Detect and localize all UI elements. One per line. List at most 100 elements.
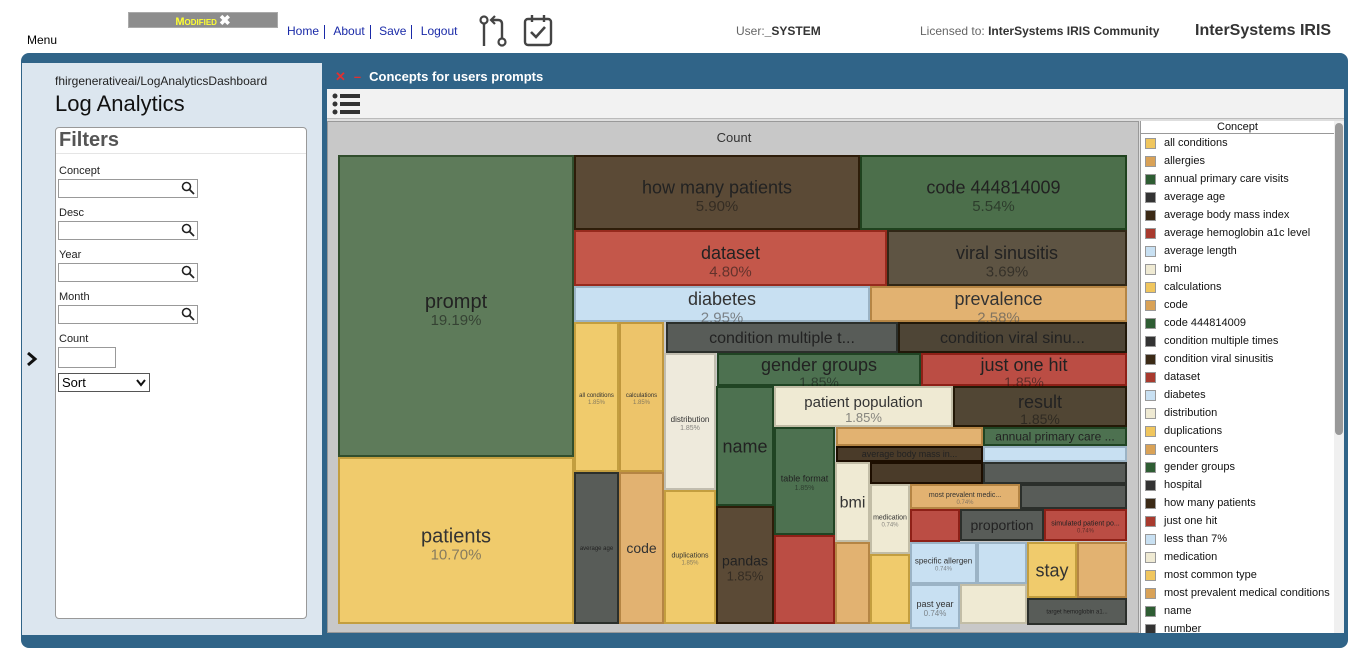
year-filter-input[interactable] [58, 263, 198, 282]
desc-filter-label: Desc [59, 207, 85, 219]
treemap-cell[interactable] [983, 462, 1127, 484]
legend-item[interactable]: condition multiple times [1141, 332, 1344, 350]
treemap-label: code [626, 540, 657, 556]
legend-item[interactable]: allergies [1141, 152, 1344, 170]
filters-panel: Filters Concept Desc Year Month Count So… [55, 127, 307, 619]
legend-swatch [1145, 138, 1156, 149]
treemap-cell[interactable] [1020, 484, 1127, 509]
treemap-label: specific allergen [915, 557, 972, 566]
legend-item[interactable]: less than 7% [1141, 530, 1344, 548]
legend-item[interactable]: bmi [1141, 260, 1344, 278]
legend-label: allergies [1164, 155, 1205, 167]
treemap-cell[interactable] [774, 535, 835, 624]
legend-item[interactable]: distribution [1141, 404, 1344, 422]
legend-label: average age [1164, 191, 1226, 203]
treemap-label: viral sinusitis [956, 243, 1058, 263]
sort-select-value: Sort [62, 375, 86, 390]
treemap-value: 1.85% [681, 560, 699, 566]
search-icon[interactable] [181, 223, 195, 237]
treemap-cell[interactable] [960, 584, 1027, 624]
legend-item[interactable]: code [1141, 296, 1344, 314]
menu-button[interactable]: Menu [27, 33, 57, 47]
search-icon[interactable] [181, 265, 195, 279]
legend-item[interactable]: dataset [1141, 368, 1344, 386]
legend-label: condition multiple times [1164, 335, 1279, 347]
treemap-cell[interactable] [835, 542, 870, 624]
legend-scrollbar[interactable] [1334, 121, 1344, 633]
legend-item[interactable]: all conditions [1141, 134, 1344, 152]
widget-close-icon[interactable]: ✕ [335, 69, 346, 84]
list-menu-icon[interactable] [332, 92, 362, 116]
legend-swatch [1145, 300, 1156, 311]
legend-label: annual primary care visits [1164, 173, 1289, 185]
treemap-label: patients [421, 525, 491, 547]
legend-item[interactable]: gender groups [1141, 458, 1344, 476]
home-link[interactable]: Home [287, 24, 324, 38]
treemap-cell[interactable] [910, 509, 960, 542]
legend-item[interactable]: how many patients [1141, 494, 1344, 512]
close-icon[interactable]: ✖ [219, 12, 231, 28]
treemap-label: how many patients [642, 178, 792, 198]
legend-label: duplications [1164, 425, 1223, 437]
top-bar: Menu Modified ✖ Home About Save Logout Us… [0, 0, 1366, 52]
legend-label: most prevalent medical conditions [1164, 587, 1330, 599]
legend-item[interactable]: condition viral sinusitis [1141, 350, 1344, 368]
expand-chevron-icon[interactable] [26, 351, 38, 372]
legend-item[interactable]: encounters [1141, 440, 1344, 458]
desc-filter-input[interactable] [58, 221, 198, 240]
legend-swatch [1145, 246, 1156, 257]
treemap-cell[interactable] [870, 462, 983, 484]
legend-item[interactable]: average body mass index [1141, 206, 1344, 224]
treemap-cell[interactable] [977, 542, 1027, 584]
legend-item[interactable]: code 444814009 [1141, 314, 1344, 332]
brand-title: InterSystems IRIS [1195, 22, 1332, 39]
legend-label: average length [1164, 245, 1237, 257]
legend-scroll-thumb[interactable] [1335, 123, 1343, 435]
widget-minimize-icon[interactable]: – [354, 69, 361, 84]
sort-select[interactable]: Sort [58, 373, 150, 392]
legend-item[interactable]: just one hit [1141, 512, 1344, 530]
treemap-label: annual primary care ... [995, 430, 1114, 444]
concept-filter-input[interactable] [58, 179, 198, 198]
about-link[interactable]: About [328, 24, 369, 38]
legend-item[interactable]: most common type [1141, 566, 1344, 584]
treemap-value: 1.85% [1020, 411, 1060, 427]
legend-item[interactable]: name [1141, 602, 1344, 620]
modified-indicator[interactable]: Modified ✖ [128, 12, 278, 28]
legend-item[interactable]: hospital [1141, 476, 1344, 494]
treemap-chart: Count prompt 19.19% patients 10.70% how many… [327, 121, 1139, 633]
legend-item[interactable]: medication [1141, 548, 1344, 566]
legend-swatch [1145, 264, 1156, 275]
treemap-cell[interactable] [870, 554, 910, 624]
legend-item[interactable]: duplications [1141, 422, 1344, 440]
treemap-label: pandas [722, 552, 768, 568]
count-filter-input[interactable] [58, 347, 116, 368]
task-checklist-icon[interactable] [523, 14, 555, 48]
month-filter-input[interactable] [58, 305, 198, 324]
search-icon[interactable] [181, 307, 195, 321]
user-info: User:_SYSTEM [736, 24, 821, 38]
legend-item[interactable]: diabetes [1141, 386, 1344, 404]
legend-item[interactable]: average hemoglobin a1c level [1141, 224, 1344, 242]
legend-item[interactable]: annual primary care visits [1141, 170, 1344, 188]
legend-swatch [1145, 498, 1156, 509]
modified-label: Modified [175, 16, 217, 28]
treemap-cell[interactable] [1077, 542, 1127, 598]
legend-item[interactable]: most prevalent medical conditions [1141, 584, 1344, 602]
treemap-cell[interactable] [983, 446, 1127, 462]
source-control-icon[interactable] [478, 14, 508, 48]
legend-item[interactable]: calculations [1141, 278, 1344, 296]
month-filter-label: Month [59, 291, 90, 303]
treemap-label: name [722, 436, 767, 456]
save-link[interactable]: Save [374, 24, 411, 38]
widget-title: Concepts for users prompts [369, 69, 544, 84]
legend-item[interactable]: average age [1141, 188, 1344, 206]
search-icon[interactable] [181, 181, 195, 195]
legend-label: just one hit [1164, 515, 1218, 527]
widget-header: ✕ – Concepts for users prompts [327, 63, 1344, 89]
legend-item[interactable]: number [1141, 620, 1344, 633]
logout-link[interactable]: Logout [416, 24, 463, 38]
legend-item[interactable]: average length [1141, 242, 1344, 260]
treemap-cell[interactable] [836, 427, 983, 446]
legend-label: most common type [1164, 569, 1257, 581]
